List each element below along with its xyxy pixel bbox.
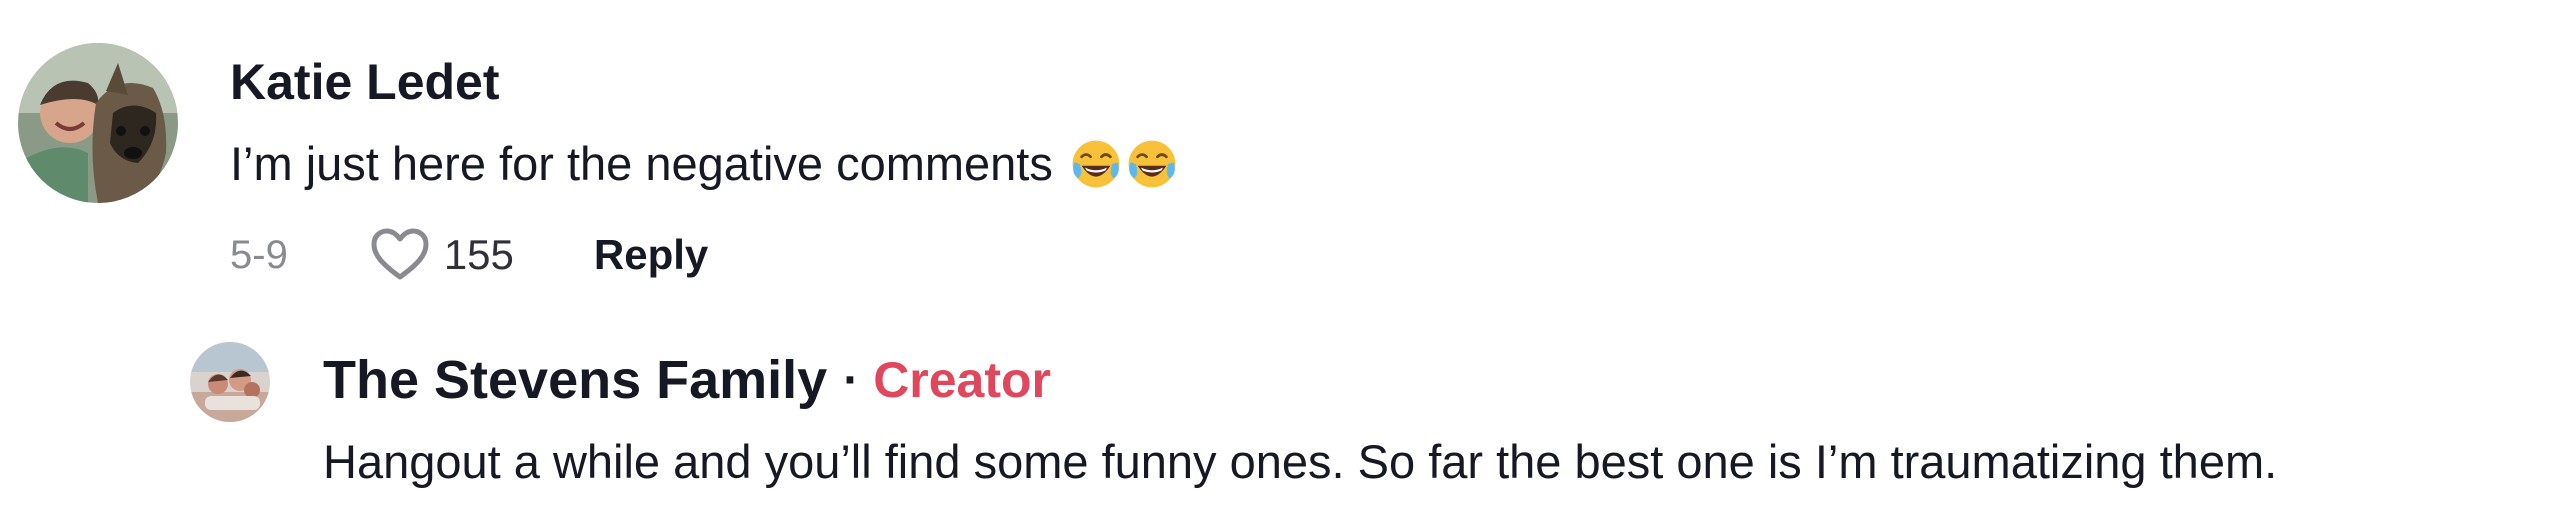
comment-meta: 5-9 155 Reply xyxy=(230,220,708,290)
creator-badge: Creator xyxy=(873,352,1052,408)
reply-text: Hangout a while and you’ll find some fun… xyxy=(323,435,2278,488)
comment-text-body: I’m just here for the negative comments xyxy=(230,137,1053,190)
comment-text: I’m just here for the negative comments xyxy=(230,134,1179,194)
comment-author[interactable]: Katie Ledet xyxy=(230,52,500,112)
like-button[interactable]: 155 xyxy=(370,227,514,283)
face-with-tears-of-joy-icon xyxy=(1072,140,1120,188)
comment-thread: Katie Ledet I’m just here for the negati… xyxy=(0,0,2560,512)
reply-author[interactable]: The Stevens Family xyxy=(323,349,827,411)
separator-dot: · xyxy=(843,353,860,407)
like-count: 155 xyxy=(443,231,514,278)
avatar[interactable] xyxy=(18,43,178,203)
reply-button[interactable]: Reply xyxy=(594,231,708,279)
heart-icon xyxy=(371,228,429,280)
comment-date: 5-9 xyxy=(230,232,288,277)
reply-avatar[interactable] xyxy=(190,342,270,422)
face-with-tears-of-joy-icon xyxy=(1128,140,1176,188)
emoji-group xyxy=(1069,137,1179,191)
reply-header: The Stevens Family · Creator xyxy=(323,349,1051,411)
